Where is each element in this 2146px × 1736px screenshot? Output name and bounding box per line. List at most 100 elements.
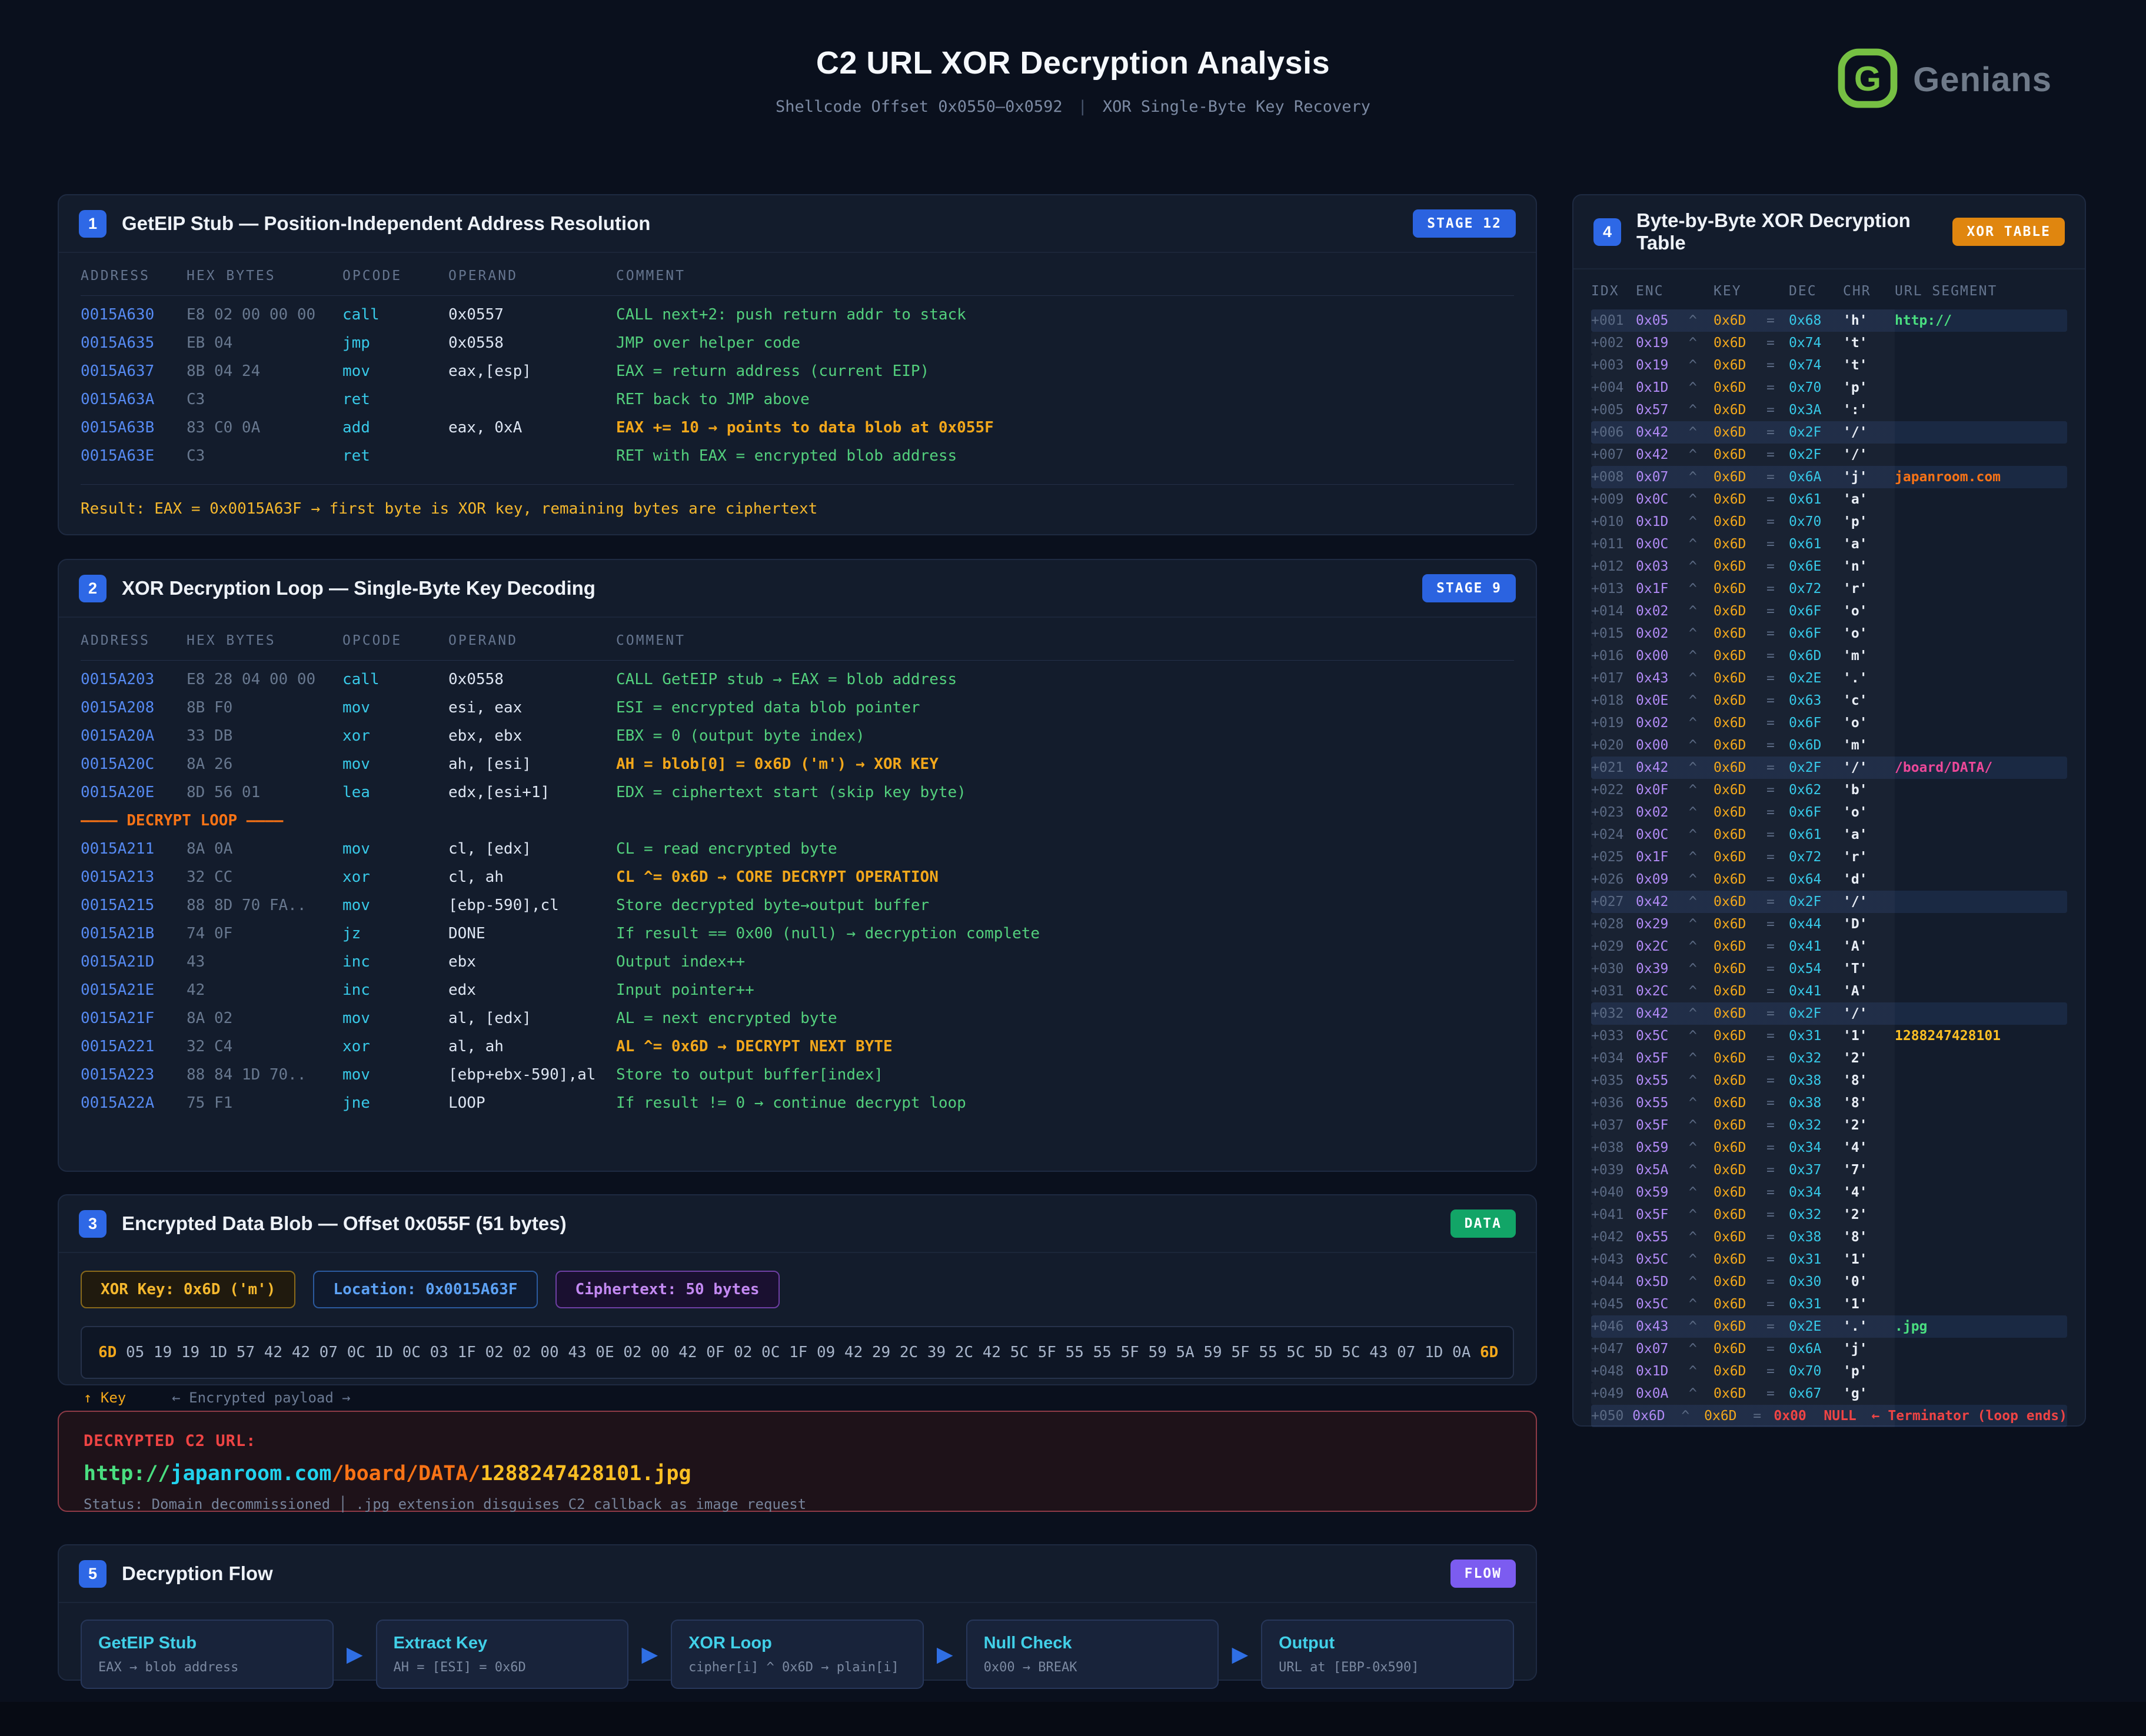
xor-idx: +026 [1591, 872, 1636, 887]
flow-step-detail: EAX → blob address [98, 1660, 316, 1675]
xor-dec: 0x31 [1789, 1297, 1843, 1312]
xor-key: 0x6D [1714, 1319, 1766, 1334]
xor-dec: 0x6F [1789, 604, 1843, 619]
xor-equals: = [1766, 671, 1789, 686]
asm-opcode: mov [342, 840, 448, 858]
xor-table-row: +0300x39^0x6D=0x54'T' [1591, 958, 2067, 980]
xor-caret: ^ [1689, 738, 1714, 753]
xor-caret: ^ [1689, 358, 1714, 373]
hex-key-first: 6D [98, 1344, 117, 1361]
flow-step: GetEIP StubEAX → blob address [81, 1620, 334, 1689]
xor-caret: ^ [1689, 917, 1714, 932]
xor-enc: 0x00 [1636, 648, 1689, 664]
xor-equals: = [1766, 1252, 1789, 1267]
xor-equals: = [1766, 335, 1789, 351]
flow-step-detail: AH = [ESI] = 0x6D [394, 1660, 611, 1675]
asm-comment: AL ^= 0x6D → DECRYPT NEXT BYTE [616, 1038, 1514, 1055]
payload-caption: ← Encrypted payload → [172, 1390, 350, 1406]
xor-equals: = [1766, 738, 1789, 753]
xor-chr: 'j' [1843, 469, 1895, 485]
xor-enc: 0x43 [1636, 671, 1689, 686]
asm-row: 0015A63EC3retRET with EAX = encrypted bl… [81, 442, 1514, 470]
asm-hexbytes: 74 0F [187, 925, 342, 942]
xor-caret: ^ [1689, 961, 1714, 977]
asm-address: 0015A21B [81, 925, 187, 942]
asm-row: 0015A635EB 04jmp0x0558JMP over helper co… [81, 329, 1514, 357]
xor-table-row: +0170x43^0x6D=0x2E'.' [1591, 667, 2067, 689]
xor-table-row: +0250x1F^0x6D=0x72'r' [1591, 846, 2067, 868]
xor-dec: 0x70 [1789, 514, 1843, 529]
xor-key: 0x6D [1714, 1095, 1766, 1111]
xor-idx: +006 [1591, 425, 1636, 440]
flow-steps: GetEIP StubEAX → blob address▶Extract Ke… [59, 1603, 1536, 1705]
asm-row: 0015A21D43incebxOutput index++ [81, 948, 1514, 976]
xor-caret: ^ [1689, 1207, 1714, 1222]
xor-chr: 'p' [1843, 1364, 1895, 1379]
xor-chr: '1' [1843, 1028, 1895, 1044]
xor-chr: 'b' [1843, 782, 1895, 798]
xor-chr: '/' [1843, 425, 1895, 440]
xor-idx: +044 [1591, 1274, 1636, 1289]
asm-operand: cl, ah [448, 868, 616, 886]
key-caption: ↑ Key [84, 1390, 126, 1406]
xor-dec: 0x38 [1789, 1095, 1843, 1111]
asm-opcode: lea [342, 784, 448, 801]
asm-comment: RET with EAX = encrypted blob address [616, 447, 1514, 465]
asm-address: 0015A21E [81, 981, 187, 999]
xor-table-row: +0330x5C^0x6D=0x31'1'1288247428101 [1591, 1025, 2067, 1047]
xor-key: 0x6D [1714, 939, 1766, 954]
xor-dec: 0x6D [1789, 648, 1843, 664]
xor-enc: 0x09 [1636, 872, 1689, 887]
xor-dec: 0x6D [1789, 738, 1843, 753]
asm-comment: Input pointer++ [616, 981, 1514, 999]
xor-table-row: +0450x5C^0x6D=0x31'1' [1591, 1293, 2067, 1315]
xor-chr: 't' [1843, 358, 1895, 373]
xor-caret: ^ [1689, 1028, 1714, 1044]
xor-enc: 0x00 [1636, 738, 1689, 753]
xor-dec: 0x2F [1789, 894, 1843, 909]
asm-hexbytes: EB 04 [187, 334, 342, 352]
xor-idx: +003 [1591, 358, 1636, 373]
xor-chr: '/' [1843, 894, 1895, 909]
xor-dec: 0x6F [1789, 626, 1843, 641]
panel-geteip-stub: 1 GetEIP Stub — Position-Independent Add… [58, 194, 1537, 535]
panel4-rows: +0010x05^0x6D=0x68'h'http://+0020x19^0x6… [1573, 309, 2085, 1427]
xor-equals: = [1766, 984, 1789, 999]
panel2-stage-badge: STAGE 9 [1422, 574, 1516, 602]
xor-table-row: +0500x6D^0x6D=0x00NULL← Terminator (loop… [1591, 1405, 2067, 1427]
xor-table-row: +0400x59^0x6D=0x34'4' [1591, 1181, 2067, 1204]
asm-row: 0015A2088B F0movesi, eaxESI = encrypted … [81, 694, 1514, 722]
col-operand: OPERAND [448, 268, 616, 284]
asm-opcode: jne [342, 1094, 448, 1112]
asm-hexbytes: 83 C0 0A [187, 419, 342, 437]
xor-caret: ^ [1689, 380, 1714, 395]
asm-row: 0015A21332 CCxorcl, ahCL ^= 0x6D → CORE … [81, 863, 1514, 891]
xor-equals: = [1766, 1185, 1789, 1200]
asm-comment: CALL next+2: push return addr to stack [616, 306, 1514, 324]
asm-operand: 0x0558 [448, 671, 616, 688]
xor-dec: 0x6A [1789, 469, 1843, 485]
xor-equals: = [1766, 1341, 1789, 1357]
col-comment: COMMENT [616, 268, 1514, 284]
asm-address: 0015A630 [81, 306, 187, 324]
asm-operand: [ebp-590],cl [448, 897, 616, 914]
xor-caret: ^ [1689, 1297, 1714, 1312]
xor-key-pill: XOR Key: 0x6D ('m') [81, 1271, 295, 1308]
xor-equals: = [1766, 782, 1789, 798]
asm-opcode: xor [342, 727, 448, 745]
page-subtitle: Shellcode Offset 0x0550–0x0592|XOR Singl… [0, 98, 2146, 116]
xor-caret: ^ [1689, 626, 1714, 641]
xor-chr: '7' [1843, 1162, 1895, 1178]
xor-table-row: +0140x02^0x6D=0x6F'o' [1591, 600, 2067, 622]
xor-enc: 0x6D [1632, 1408, 1681, 1424]
xor-key: 0x6D [1714, 1051, 1766, 1066]
asm-operand: [ebp+ebx-590],al [448, 1066, 616, 1084]
xor-equals: = [1766, 1006, 1789, 1021]
xor-idx: +040 [1591, 1185, 1636, 1200]
asm-comment: EBX = 0 (output byte index) [616, 727, 1514, 745]
xor-idx: +033 [1591, 1028, 1636, 1044]
asm-row: 0015A203E8 28 04 00 00call0x0558CALL Get… [81, 665, 1514, 694]
asm-comment: ESI = encrypted data blob pointer [616, 699, 1514, 717]
xor-table-row: +0210x42^0x6D=0x2F'/'/board/DATA/ [1591, 757, 2067, 779]
xor-chr: 'o' [1843, 805, 1895, 820]
